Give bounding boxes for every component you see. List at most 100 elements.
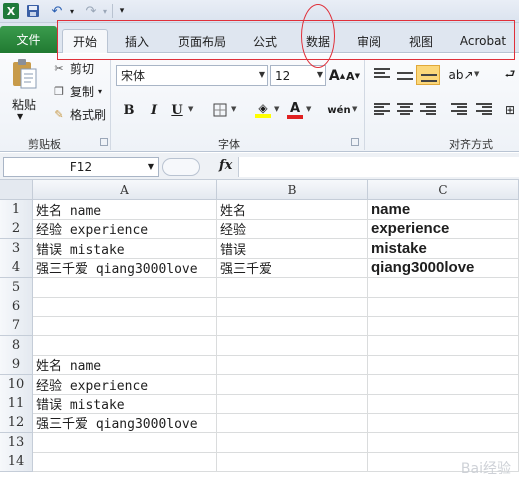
cell-c[interactable] [368, 297, 519, 317]
formula-input[interactable] [238, 157, 519, 177]
row-header[interactable]: 9 [0, 355, 33, 375]
cell-a[interactable]: 姓名 name [33, 355, 217, 375]
italic-button[interactable]: I [146, 100, 162, 120]
name-box[interactable]: F12 ▼ [3, 157, 159, 177]
row-header[interactable]: 6 [0, 297, 33, 317]
insert-function-icon[interactable]: fx [219, 158, 232, 173]
clipboard-launcher-icon[interactable] [100, 138, 108, 146]
row-header[interactable]: 5 [0, 278, 33, 298]
undo-icon[interactable]: ↶ [48, 3, 66, 19]
redo-icon[interactable]: ↷ [82, 3, 100, 19]
customize-qat-icon[interactable]: ▾ [117, 3, 127, 19]
cell-b[interactable] [217, 375, 368, 395]
align-middle-icon[interactable] [397, 72, 413, 80]
paste-icon[interactable] [10, 58, 38, 90]
row-header[interactable]: 3 [0, 239, 33, 259]
increase-indent-icon[interactable] [476, 103, 492, 115]
tab-page-layout[interactable]: 页面布局 [170, 30, 234, 52]
underline-button[interactable]: U [169, 100, 185, 120]
cell-b[interactable]: 经验 [217, 219, 368, 239]
tab-formulas[interactable]: 公式 [245, 30, 285, 52]
tab-view[interactable]: 视图 [401, 30, 441, 52]
tab-acrobat[interactable]: Acrobat [452, 30, 514, 52]
align-right-icon[interactable] [420, 103, 436, 115]
align-left-icon[interactable] [374, 103, 390, 115]
decrease-indent-icon[interactable] [451, 103, 467, 115]
cell-a[interactable] [33, 316, 217, 336]
row-header[interactable]: 4 [0, 258, 33, 278]
tab-home[interactable]: 开始 [62, 29, 108, 53]
cell-a[interactable]: 经验 experience [33, 375, 217, 395]
orientation-button[interactable]: ab↗ [448, 65, 473, 85]
name-box-dropdown-icon[interactable]: ▼ [148, 162, 154, 171]
column-header-a[interactable]: A [33, 180, 217, 200]
cell-a[interactable]: 强三千爱 qiang3000love [33, 258, 217, 278]
row-header[interactable]: 7 [0, 316, 33, 336]
cell-c[interactable] [368, 375, 519, 395]
font-name-dropdown-icon[interactable]: ▼ [259, 70, 265, 79]
orientation-dropdown-icon[interactable]: ▼ [474, 70, 479, 78]
cell-b[interactable]: 错误 [217, 239, 368, 259]
cut-button[interactable]: ✂ 剪切 [52, 59, 94, 77]
cell-a[interactable]: 姓名 name [33, 200, 217, 220]
bold-button[interactable]: B [121, 100, 137, 120]
phonetic-button[interactable]: wén [326, 100, 352, 120]
align-top-icon[interactable] [374, 68, 390, 78]
row-header[interactable]: 13 [0, 433, 33, 453]
borders-button[interactable] [211, 100, 229, 120]
font-size-dropdown-icon[interactable]: ▼ [317, 70, 323, 79]
tab-review[interactable]: 审阅 [349, 30, 389, 52]
cell-a[interactable]: 错误 mistake [33, 394, 217, 414]
fill-color-dropdown-icon[interactable]: ▼ [274, 105, 279, 113]
row-header[interactable]: 10 [0, 375, 33, 395]
cell-c[interactable]: experience [368, 219, 519, 239]
row-header[interactable]: 11 [0, 394, 33, 414]
grow-font-button[interactable]: A ▲ [329, 66, 345, 86]
row-header[interactable]: 12 [0, 413, 33, 433]
cell-a[interactable] [33, 433, 217, 453]
cell-a[interactable]: 强三千爱 qiang3000love [33, 413, 217, 433]
cell-b[interactable]: 强三千爱 [217, 258, 368, 278]
cell-b[interactable] [217, 316, 368, 336]
font-size-combo[interactable]: 12 ▼ [270, 65, 326, 86]
cell-c[interactable]: mistake [368, 239, 519, 259]
tab-insert[interactable]: 插入 [116, 30, 158, 52]
format-painter-button[interactable]: ✎ 格式刷 [52, 105, 106, 123]
cell-b[interactable] [217, 413, 368, 433]
select-all-corner[interactable] [0, 180, 33, 200]
column-header-b[interactable]: B [217, 180, 368, 200]
font-color-dropdown-icon[interactable]: ▼ [306, 105, 311, 113]
row-header[interactable]: 8 [0, 336, 33, 356]
font-color-button[interactable]: A [287, 100, 303, 120]
cell-b[interactable] [217, 433, 368, 453]
fill-color-button[interactable]: ◈ [253, 100, 273, 120]
cell-c[interactable]: name [368, 200, 519, 220]
cell-c[interactable] [368, 316, 519, 336]
font-name-combo[interactable]: 宋体 ▼ [116, 65, 268, 86]
align-bottom-button[interactable] [416, 65, 440, 85]
excel-logo-icon[interactable]: X [3, 3, 19, 19]
cell-b[interactable] [217, 355, 368, 375]
cell-c[interactable]: qiang3000love [368, 258, 519, 278]
cell-a[interactable] [33, 297, 217, 317]
cell-b[interactable] [217, 394, 368, 414]
cell-b[interactable]: 姓名 [217, 200, 368, 220]
borders-dropdown-icon[interactable]: ▼ [231, 105, 236, 113]
cell-b[interactable] [217, 297, 368, 317]
phonetic-dropdown-icon[interactable]: ▼ [352, 105, 357, 113]
tab-file[interactable]: 文件 [0, 26, 57, 53]
row-header[interactable]: 1 [0, 200, 33, 220]
underline-dropdown-icon[interactable]: ▼ [188, 105, 193, 113]
copy-button[interactable]: ❐ 复制 ▾ [52, 82, 102, 100]
merge-center-icon[interactable]: ⊞ [502, 100, 518, 120]
undo-dropdown-icon[interactable]: ▾ [67, 3, 77, 19]
cell-c[interactable] [368, 413, 519, 433]
tab-data[interactable]: 数据 [298, 30, 338, 52]
copy-dropdown-icon[interactable]: ▾ [98, 87, 102, 96]
font-launcher-icon[interactable] [351, 138, 359, 146]
cell-b[interactable] [217, 452, 368, 472]
paste-button-label[interactable]: 粘贴 [12, 96, 36, 113]
wrap-text-icon[interactable]: ⮐ [502, 65, 518, 85]
align-center-icon[interactable] [397, 103, 413, 115]
save-icon[interactable] [26, 3, 40, 19]
